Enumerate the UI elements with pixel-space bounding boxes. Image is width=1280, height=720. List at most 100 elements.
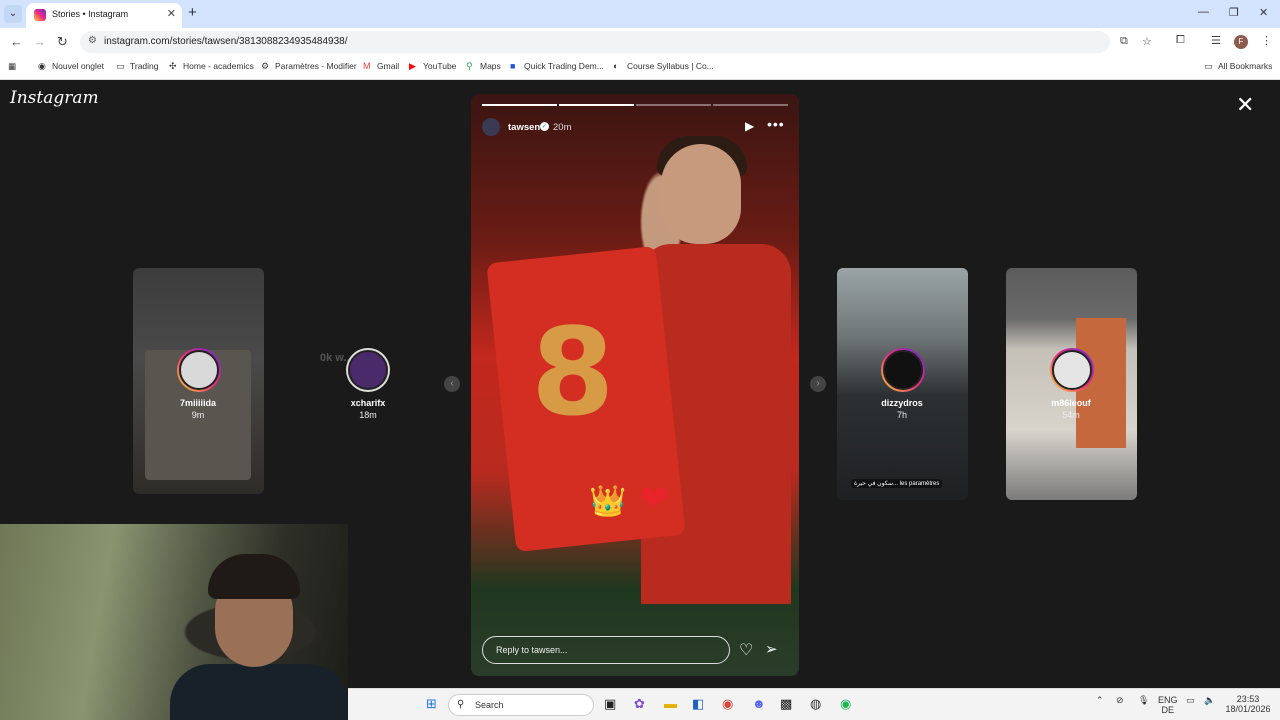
url-text[interactable]: instagram.com/stories/tawsen/38130882349…	[104, 36, 348, 47]
webcam-person-hair	[208, 554, 300, 599]
language-top: ENG	[1158, 695, 1178, 705]
story-header: tawsen ✓ 20m ▶ •••	[482, 116, 788, 138]
file-explorer-icon[interactable]: ▬	[664, 696, 677, 711]
tab-strip: ⌄ Stories • Instagram ✕ + — ❐ ✕	[0, 0, 1280, 28]
all-bookmarks-label: All Bookmarks	[1218, 61, 1273, 71]
maps-icon: ⚲	[466, 61, 473, 71]
all-bookmarks-folder[interactable]: ▭ All Bookmarks	[1204, 61, 1272, 72]
next-story-arrow-icon[interactable]: ›	[810, 376, 826, 392]
avatar[interactable]	[482, 118, 500, 136]
progress-segment	[636, 104, 711, 106]
back-arrow-icon[interactable]: ←	[10, 34, 23, 49]
bookmarks-bar: ▦ ◉ Nouvel onglet ▭ Trading ✣ Home - academ…	[0, 56, 1280, 80]
bookmark-item[interactable]: ▶ YouTube	[409, 61, 456, 72]
story-time: 7h	[896, 410, 907, 420]
microphone-icon[interactable]: 🎙	[1138, 695, 1149, 706]
language-indicator[interactable]: ENG DE	[1158, 695, 1178, 715]
verified-badge-icon: ✓	[540, 122, 549, 131]
site-info-icon[interactable]: ⚙	[88, 35, 97, 46]
story-username: dizzydros	[881, 398, 923, 408]
bookmark-item[interactable]: ⚲ Maps	[466, 61, 501, 72]
volume-icon[interactable]: 🔈	[1204, 695, 1215, 706]
search-label: Search	[475, 700, 504, 710]
forward-arrow-icon[interactable]: →	[33, 34, 46, 49]
profile-avatar[interactable]: F	[1234, 35, 1248, 49]
story-preview-dizzydros[interactable]: dizzydros 7h سكون في حيرة... les paramèt…	[837, 268, 968, 500]
play-icon[interactable]: ▶	[745, 119, 754, 133]
bookmark-label: Nouvel onglet	[52, 61, 104, 71]
more-options-icon[interactable]: •••	[767, 116, 785, 132]
bookmark-label: Gmail	[377, 61, 400, 71]
tab-close-icon[interactable]: ✕	[167, 7, 176, 20]
clock[interactable]: 23:53 18/01/2026	[1218, 694, 1278, 714]
bookmark-item[interactable]: ⚙ Paramètres - Modifier	[261, 61, 357, 72]
network-off-icon[interactable]: ⊘	[1116, 695, 1124, 706]
media-controls-icon[interactable]: ☰	[1211, 34, 1221, 47]
player-head	[661, 144, 741, 244]
microsoft-store-icon[interactable]: ◧	[692, 696, 704, 712]
like-heart-icon[interactable]: ♡	[739, 640, 753, 660]
bookmark-label: Course Syllabus | Co...	[627, 61, 714, 71]
close-window-button[interactable]: ✕	[1259, 6, 1268, 19]
bookmark-item[interactable]: ■ Quick Trading Dem...	[510, 61, 604, 71]
reload-icon[interactable]: ↻	[57, 34, 68, 50]
story-time: 54m	[1062, 410, 1080, 420]
bookmark-item[interactable]: ✣ Home - academics	[169, 61, 254, 72]
current-story[interactable]: 8 tawsen ✓ 20m ▶ ••• 👑 ❤ ♡ ➢	[471, 94, 799, 676]
bookmark-item[interactable]: ◐ Course Syllabus | Co...	[613, 61, 714, 71]
display-icon[interactable]: ▭	[1186, 695, 1195, 706]
tab-instagram-stories[interactable]: Stories • Instagram ✕	[26, 3, 182, 28]
webcam-overlay	[0, 524, 348, 720]
close-stories-icon[interactable]: ✕	[1236, 92, 1254, 118]
story-preview-xcharifx[interactable]: 0k w... rhba xcharifx 18m	[308, 342, 428, 432]
instagram-logo[interactable]: Instagram	[10, 88, 99, 108]
bookmark-label: Quick Trading Dem...	[524, 61, 604, 71]
story-username: xcharifx	[350, 398, 386, 408]
app-icon[interactable]: ◍	[810, 696, 821, 712]
address-bar[interactable]: ⚙ instagram.com/stories/tawsen/381308823…	[80, 31, 1152, 53]
windows-taskbar: ⊞ ⚲ Search ▣ ✿ ▬ ◧ ◉ ☻ ▩ ◍ ◉ ⌃ ⊘ 🎙 ENG D…	[348, 688, 1280, 720]
bookmark-label: Home - academics	[183, 61, 254, 71]
story-preview-m86leouf[interactable]: m86leouf 54m	[1006, 268, 1137, 500]
language-bottom: DE	[1161, 705, 1175, 715]
task-view-icon[interactable]: ▣	[604, 696, 616, 712]
story-progress-bar	[482, 104, 788, 106]
spotify-icon[interactable]: ◉	[840, 696, 851, 712]
avatar	[881, 348, 925, 392]
story-preview-7miiiiida[interactable]: 7miiiiida 9m	[133, 268, 264, 494]
menu-kebab-icon[interactable]: ⋮	[1261, 34, 1272, 47]
chrome-icon[interactable]: ◉	[722, 696, 733, 712]
discord-icon[interactable]: ☻	[752, 696, 766, 711]
previous-story-arrow-icon[interactable]: ‹	[444, 376, 460, 392]
gear-icon: ⚙	[261, 61, 270, 71]
jersey-number: 8	[531, 304, 615, 443]
send-icon[interactable]: ➢	[765, 640, 778, 658]
bookmark-item[interactable]: ▭ Trading	[116, 61, 159, 72]
app-icon: ✣	[169, 61, 177, 71]
minimize-button[interactable]: —	[1198, 6, 1209, 18]
tray-chevron-icon[interactable]: ⌃	[1096, 695, 1104, 706]
apps-grid-icon[interactable]: ▦	[8, 61, 16, 72]
new-tab-button[interactable]: +	[188, 4, 197, 21]
bookmark-star-icon[interactable]: ☆	[1142, 35, 1152, 48]
tab-search-button[interactable]: ⌄	[4, 5, 22, 23]
copilot-icon[interactable]: ✿	[634, 696, 645, 712]
restore-button[interactable]: ❐	[1229, 6, 1239, 19]
taskbar-search[interactable]: ⚲ Search	[448, 694, 594, 716]
story-username[interactable]: tawsen	[508, 122, 540, 133]
reply-input[interactable]	[483, 637, 729, 663]
extensions-icon[interactable]: ⧠	[1176, 34, 1185, 47]
reply-field-wrapper	[482, 636, 730, 664]
bookmark-item[interactable]: ◉ Nouvel onglet	[38, 61, 104, 72]
avatar	[177, 348, 221, 392]
folder-icon: ▭	[1204, 61, 1213, 71]
capcut-icon[interactable]: ▩	[780, 696, 792, 712]
bookmark-label: Paramètres - Modifier	[275, 61, 357, 71]
bookmark-item[interactable]: M Gmail	[363, 61, 399, 71]
webcam-person-shirt	[170, 664, 348, 720]
avatar	[346, 348, 390, 392]
tab-title: Stories • Instagram	[52, 9, 129, 19]
install-app-icon[interactable]: ⧉	[1120, 35, 1128, 48]
windows-start-icon[interactable]: ⊞	[426, 696, 437, 712]
folder-icon: ▭	[116, 61, 125, 71]
